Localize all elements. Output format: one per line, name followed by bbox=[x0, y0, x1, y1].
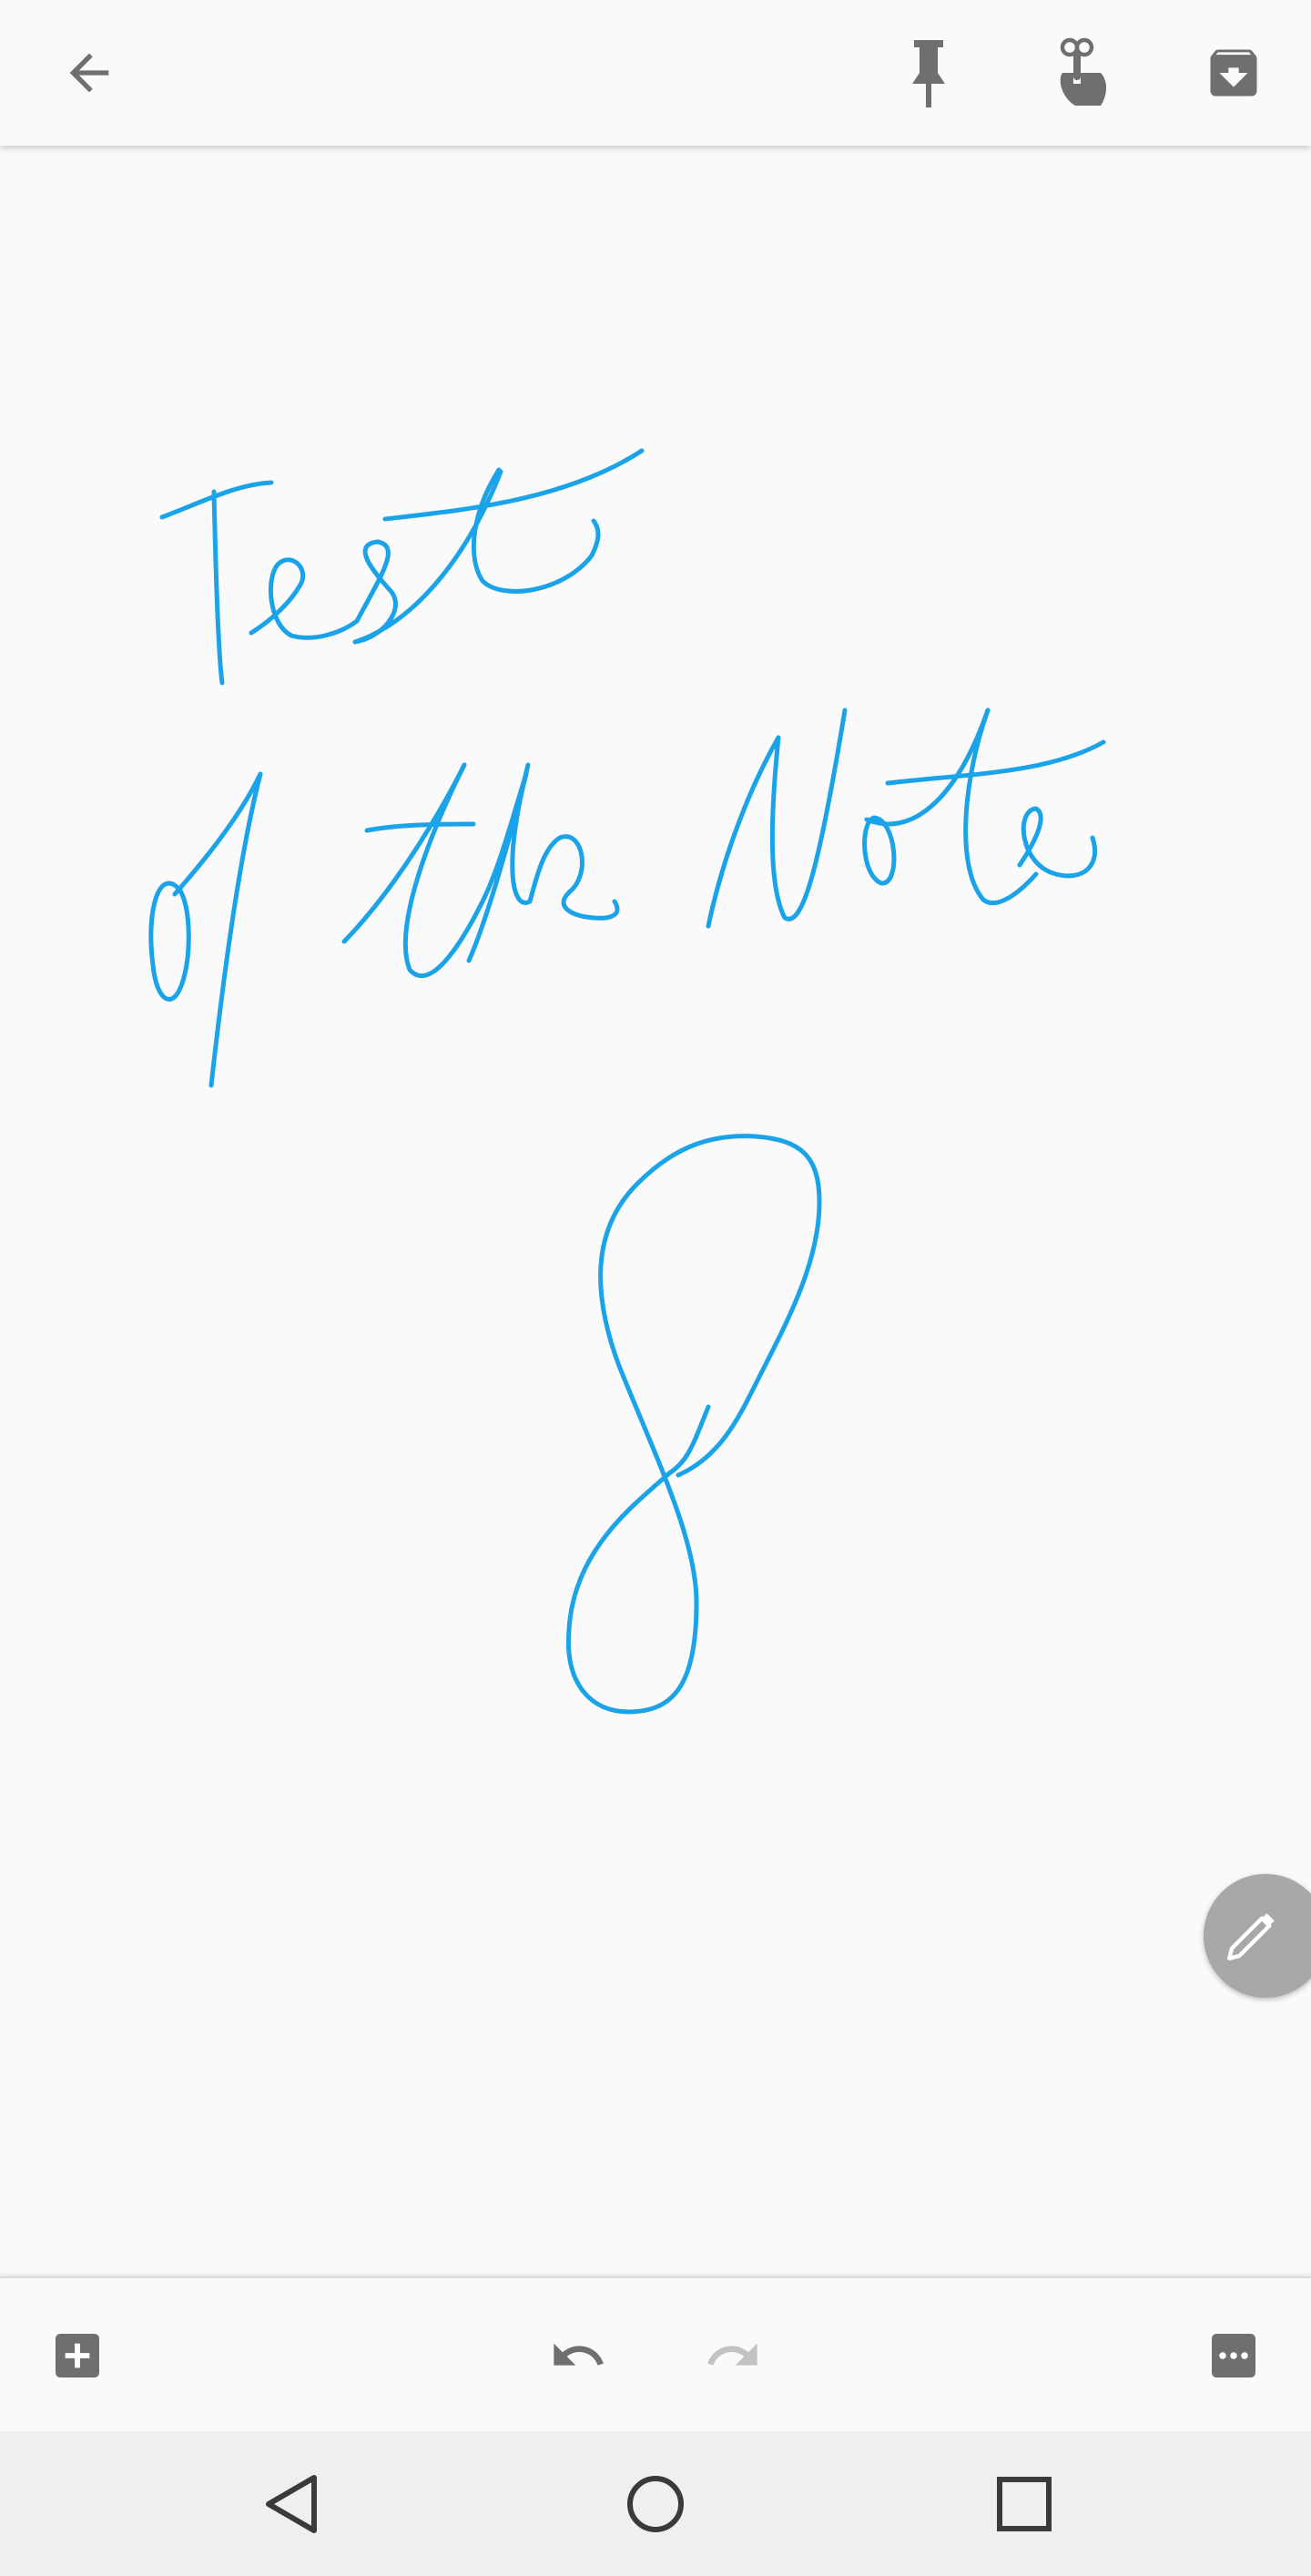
archive-button[interactable] bbox=[1188, 18, 1279, 127]
more-horizontal-icon bbox=[1212, 2334, 1255, 2377]
add-box-icon bbox=[56, 2334, 99, 2377]
pencil-icon bbox=[1227, 1913, 1275, 1960]
nav-home-button[interactable] bbox=[610, 2449, 701, 2559]
more-options-button[interactable] bbox=[1193, 2310, 1275, 2401]
archive-icon bbox=[1210, 49, 1257, 97]
pin-icon bbox=[912, 40, 945, 107]
back-arrow-icon bbox=[69, 53, 109, 93]
system-navigation-bar bbox=[0, 2431, 1311, 2576]
ink-figure-eight bbox=[565, 1134, 822, 1715]
reminder-button[interactable] bbox=[1033, 18, 1124, 127]
pin-button[interactable] bbox=[883, 18, 974, 127]
add-button[interactable] bbox=[36, 2310, 118, 2401]
undo-button[interactable] bbox=[533, 2310, 624, 2401]
nav-back-triangle-icon bbox=[266, 2475, 317, 2533]
ink-word-of bbox=[148, 771, 263, 1088]
ink-word-note bbox=[706, 708, 1106, 929]
nav-recents-button[interactable] bbox=[979, 2449, 1070, 2559]
back-button[interactable] bbox=[44, 18, 135, 127]
note-editor-screen bbox=[0, 0, 1311, 2576]
handwriting-ink bbox=[148, 448, 1106, 1715]
ink-word-test bbox=[159, 448, 645, 686]
undo-icon bbox=[554, 2343, 604, 2366]
nav-back-button[interactable] bbox=[246, 2449, 337, 2559]
redo-icon bbox=[707, 2343, 757, 2366]
redo-button[interactable] bbox=[687, 2310, 778, 2401]
drawing-canvas[interactable] bbox=[0, 146, 1311, 2276]
nav-home-circle-icon bbox=[627, 2476, 684, 2532]
ink-word-the bbox=[341, 762, 620, 978]
bottom-toolbar bbox=[0, 2276, 1311, 2433]
top-toolbar bbox=[0, 0, 1311, 146]
reminder-icon bbox=[1060, 37, 1106, 106]
nav-recents-square-icon bbox=[997, 2477, 1052, 2531]
